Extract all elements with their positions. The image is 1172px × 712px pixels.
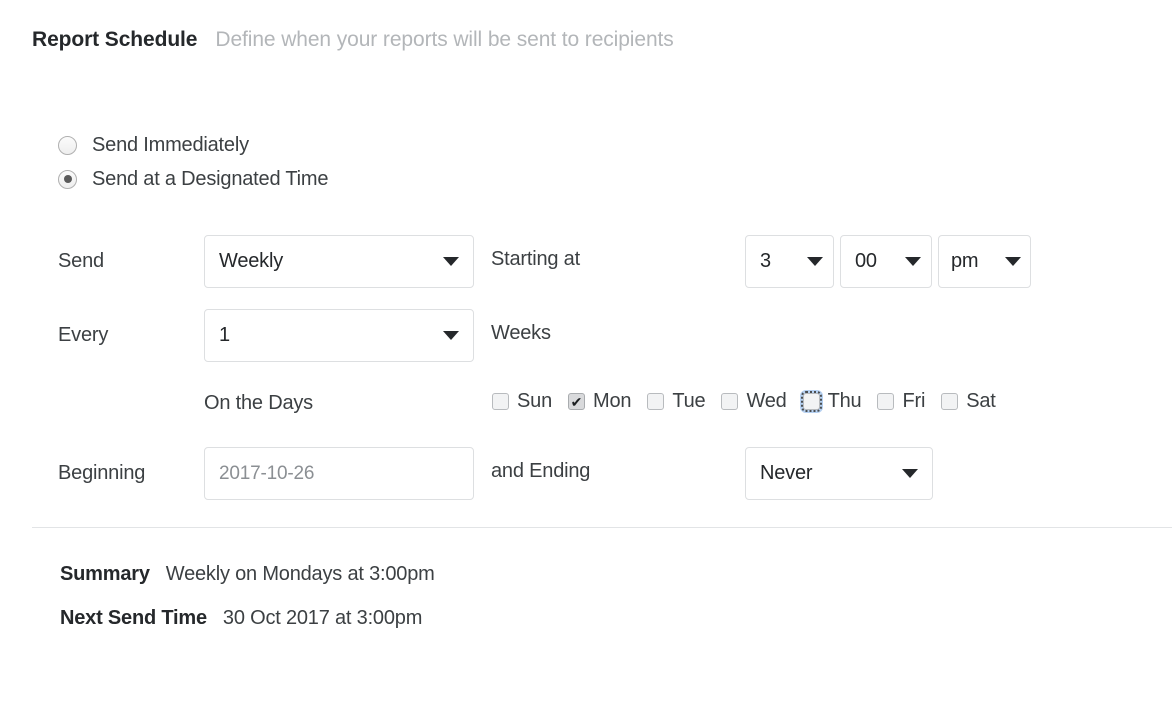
day-checkbox-mon[interactable]: ✔ Mon: [568, 390, 632, 413]
radio-option-send-designated-time[interactable]: Send at a Designated Time: [58, 162, 328, 196]
checkbox-icon-thu[interactable]: ✔: [800, 391, 822, 412]
day-checkbox-sat[interactable]: ✔ Sat: [941, 390, 996, 413]
chevron-down-icon: [902, 469, 918, 478]
next-send-time-value: 30 Oct 2017 at 3:00pm: [222, 607, 423, 629]
check-icon: ✔: [570, 393, 583, 410]
delivery-mode-radio-group: Send Immediately Send at a Designated Ti…: [58, 128, 328, 196]
day-label-tue: Tue: [672, 390, 706, 412]
chevron-down-icon: [905, 257, 921, 266]
day-of-week-checkbox-group: ✔ Sun ✔ Mon ✔ Tue ✔ Wed ✔ Thu ✔ Fri ✔: [492, 390, 996, 413]
day-checkbox-tue[interactable]: ✔ Tue: [647, 390, 706, 413]
every-label: Every: [58, 324, 109, 346]
send-label: Send: [58, 250, 104, 272]
radio-icon-send-designated-time[interactable]: [58, 169, 77, 189]
summary-row: Summary Weekly on Mondays at 3:00pm: [60, 563, 435, 607]
checkbox-icon-tue[interactable]: ✔: [647, 393, 665, 410]
hour-select[interactable]: 3: [745, 235, 834, 288]
radio-label-send-designated-time: Send at a Designated Time: [92, 167, 329, 190]
day-label-wed: Wed: [746, 390, 787, 412]
frequency-select[interactable]: Weekly: [204, 235, 474, 288]
radio-label-send-immediately: Send Immediately: [92, 133, 249, 156]
day-checkbox-fri[interactable]: ✔ Fri: [877, 390, 925, 413]
interval-row: Every 1: [58, 309, 474, 362]
section-divider: [32, 527, 1172, 528]
interval-select-value: 1: [219, 324, 230, 346]
beginning-label: Beginning: [58, 462, 146, 484]
meridiem-select-value: pm: [951, 250, 979, 272]
chevron-down-icon: [443, 331, 459, 340]
checkbox-icon-mon[interactable]: ✔: [568, 393, 585, 410]
day-label-fri: Fri: [902, 390, 926, 412]
summary-label: Summary: [60, 563, 150, 585]
interval-select[interactable]: 1: [204, 309, 474, 362]
interval-unit-label: Weeks: [491, 322, 551, 344]
on-the-days-label: On the Days: [204, 392, 313, 414]
checkbox-icon-sat[interactable]: ✔: [941, 393, 959, 410]
page-header: Report Schedule Define when your reports…: [32, 28, 674, 52]
frequency-select-value: Weekly: [219, 250, 284, 272]
hour-select-value: 3: [760, 250, 771, 272]
date-range-row: Beginning: [58, 447, 474, 500]
summary-value: Weekly on Mondays at 3:00pm: [165, 563, 435, 585]
send-frequency-row: Send Weekly: [58, 235, 474, 288]
summary-section: Summary Weekly on Mondays at 3:00pm Next…: [60, 563, 435, 651]
ending-select-value: Never: [760, 462, 813, 484]
checkbox-icon-fri[interactable]: ✔: [877, 393, 895, 410]
start-time-controls: 3 00 pm: [745, 235, 1031, 288]
and-ending-label: and Ending: [491, 460, 591, 482]
radio-dot: [63, 175, 72, 183]
next-send-time-label: Next Send Time: [60, 607, 207, 629]
minute-select[interactable]: 00: [840, 235, 932, 288]
day-label-mon: Mon: [593, 390, 632, 412]
day-checkbox-sun[interactable]: ✔ Sun: [492, 390, 552, 413]
meridiem-select[interactable]: pm: [938, 235, 1031, 288]
chevron-down-icon: [807, 257, 823, 266]
next-send-time-row: Next Send Time 30 Oct 2017 at 3:00pm: [60, 607, 435, 651]
beginning-date-input[interactable]: [204, 447, 474, 500]
ending-select-wrapper: Never: [745, 447, 933, 500]
chevron-down-icon: [443, 257, 459, 266]
page-title: Report Schedule: [32, 28, 198, 51]
page-subtitle: Define when your reports will be sent to…: [215, 28, 674, 51]
day-label-sat: Sat: [966, 390, 996, 412]
checkbox-icon-wed[interactable]: ✔: [721, 393, 739, 410]
chevron-down-icon: [1005, 257, 1021, 266]
starting-at-label: Starting at: [491, 248, 580, 270]
day-checkbox-thu[interactable]: ✔ Thu: [800, 390, 862, 413]
radio-option-send-immediately[interactable]: Send Immediately: [58, 128, 328, 162]
checkbox-icon-sun[interactable]: ✔: [492, 393, 509, 410]
minute-select-value: 00: [855, 250, 877, 272]
day-checkbox-wed[interactable]: ✔ Wed: [721, 390, 787, 413]
day-label-thu: Thu: [827, 390, 862, 412]
ending-select[interactable]: Never: [745, 447, 933, 500]
radio-icon-send-immediately[interactable]: [58, 135, 77, 155]
day-label-sun: Sun: [517, 390, 552, 412]
